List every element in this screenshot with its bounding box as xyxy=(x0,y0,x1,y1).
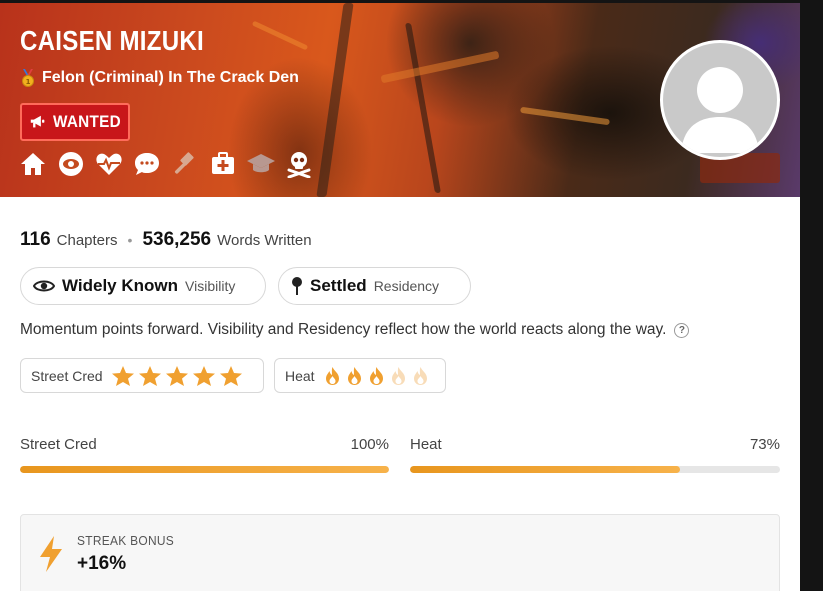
chapters-count: 116 xyxy=(20,229,51,250)
eye-icon xyxy=(33,280,55,292)
street-cred-bar-label: Street Cred xyxy=(20,436,97,453)
chapters-label: Chapters xyxy=(56,232,118,249)
profile-banner: CAISEN MIZUKI 1 Felon (Criminal) In The … xyxy=(0,3,800,197)
street-cred-stars xyxy=(111,365,243,387)
heat-flames xyxy=(323,366,430,386)
words-label: Words Written xyxy=(217,232,312,249)
graduation-cap-icon[interactable] xyxy=(246,150,276,178)
right-background xyxy=(800,0,823,591)
medal-icon: 1 xyxy=(22,69,34,87)
flame-empty-icon xyxy=(413,366,427,385)
lightning-bolt-icon xyxy=(40,536,62,572)
rank-row: 1 Felon (Criminal) In The Crack Den xyxy=(20,69,299,87)
street-cred-rating-label: Street Cred xyxy=(31,367,103,384)
help-icon[interactable]: ? xyxy=(674,322,690,338)
skull-crossbones-icon[interactable] xyxy=(284,150,314,178)
momentum-text: Momentum points forward. Visibility and … xyxy=(20,321,667,338)
gavel-icon[interactable] xyxy=(170,150,200,178)
streak-bonus-label: STREAK BONUS xyxy=(77,533,175,548)
heat-rating-label: Heat xyxy=(285,367,315,384)
svg-text:1: 1 xyxy=(26,78,31,86)
star-filled-icon xyxy=(111,365,134,386)
residency-label: Residency xyxy=(373,278,440,294)
streak-bonus-card: STREAK BONUS +16% xyxy=(20,514,780,591)
eye-icon[interactable] xyxy=(56,150,86,178)
star-filled-icon xyxy=(219,365,242,386)
separator-dot: • xyxy=(127,232,133,248)
pushpin-icon xyxy=(292,277,302,295)
writing-stats: 116 Chapters • 536,256 Words Written xyxy=(20,229,312,251)
star-filled-icon xyxy=(192,365,215,386)
heat-bar-percent: 73% xyxy=(749,436,780,453)
profile-nav-icons xyxy=(18,150,314,178)
default-avatar-icon xyxy=(681,67,759,153)
flame-filled-icon xyxy=(369,366,383,385)
heat-rating: Heat xyxy=(274,358,446,393)
heat-bar xyxy=(410,466,780,473)
residency-value: Settled xyxy=(310,276,367,295)
visibility-pill[interactable]: Widely Known Visibility xyxy=(20,267,266,305)
visibility-value: Widely Known xyxy=(62,276,179,295)
streak-bonus-value: +16% xyxy=(77,553,127,574)
star-filled-icon xyxy=(138,365,161,386)
street-cred-bar xyxy=(20,466,389,473)
words-count: 536,256 xyxy=(142,229,212,250)
heat-bar-fill xyxy=(410,466,681,473)
street-cred-rating: Street Cred xyxy=(20,358,264,393)
visibility-label: Visibility xyxy=(185,278,236,294)
chat-icon[interactable] xyxy=(132,150,162,178)
medkit-icon[interactable] xyxy=(208,150,238,178)
wanted-label: WANTED xyxy=(52,112,121,131)
megaphone-icon xyxy=(30,115,45,128)
heat-bar-label: Heat xyxy=(410,436,442,453)
flame-empty-icon xyxy=(391,366,405,385)
wanted-button[interactable]: WANTED xyxy=(20,103,130,141)
profile-card: CAISEN MIZUKI 1 Felon (Criminal) In The … xyxy=(0,3,800,591)
heart-pulse-icon[interactable] xyxy=(94,150,124,178)
avatar[interactable] xyxy=(660,40,780,160)
flame-filled-icon xyxy=(347,366,361,385)
star-filled-icon xyxy=(165,365,188,386)
residency-pill[interactable]: Settled Residency xyxy=(278,267,471,305)
flame-filled-icon xyxy=(325,366,339,385)
street-cred-bar-percent: 100% xyxy=(350,436,389,453)
street-cred-bar-fill xyxy=(20,466,389,473)
home-icon[interactable] xyxy=(18,150,48,178)
profile-name: CAISEN MIZUKI xyxy=(20,25,204,56)
rank-label: Felon (Criminal) In The Crack Den xyxy=(42,69,299,86)
momentum-note: Momentum points forward. Visibility and … xyxy=(20,321,690,339)
